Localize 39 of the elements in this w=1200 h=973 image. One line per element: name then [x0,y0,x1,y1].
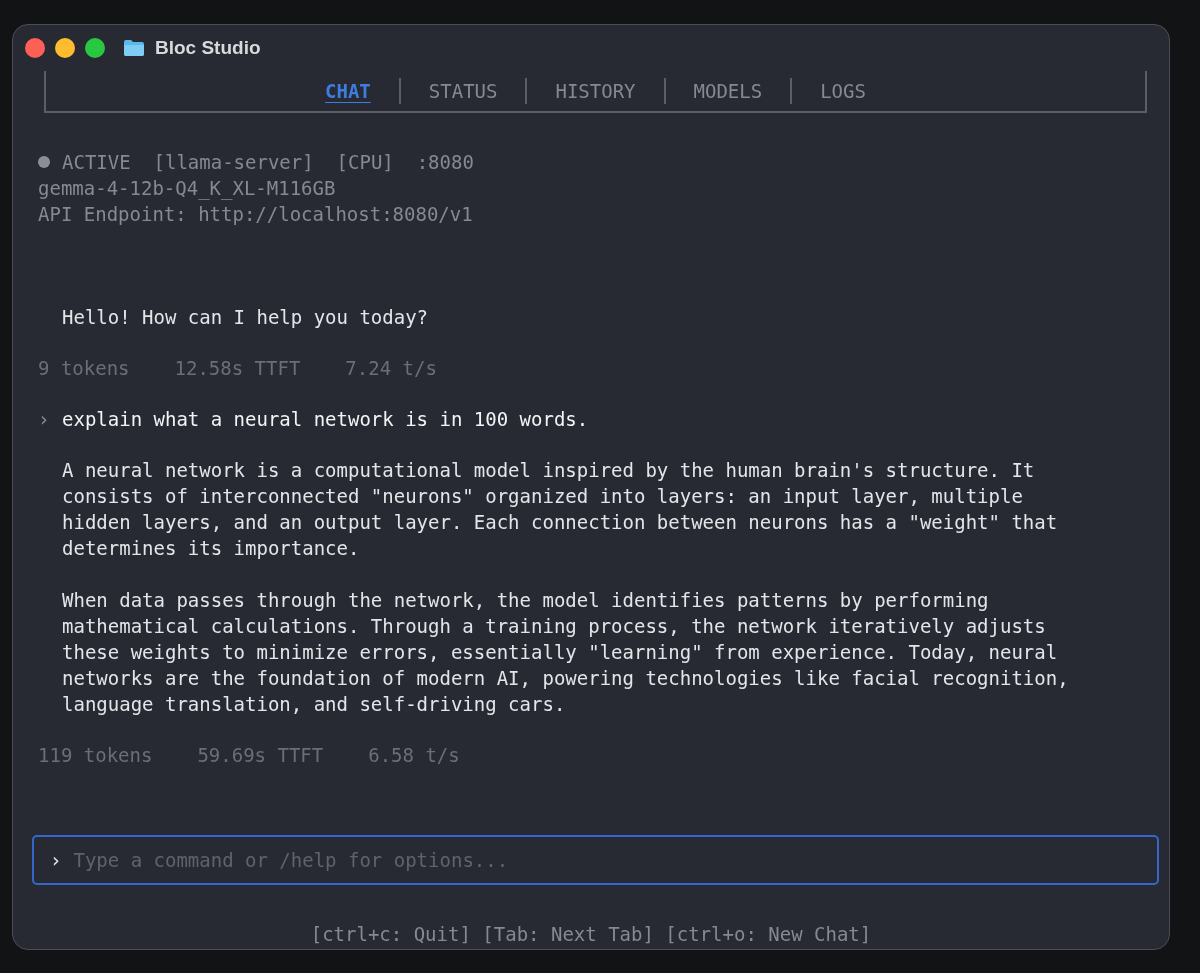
close-icon[interactable] [25,38,45,58]
token-stat: 12.58s TTFT [174,356,301,381]
model-name: gemma-4-12b-Q4_K_XL-M116GB [38,176,336,201]
response-line: A neural network is a computational model inspired by the human brain's structure. It [62,458,1036,483]
status-state: ACTIVE [62,150,131,175]
token-stat: 9 tokens [38,356,130,381]
response-line: When data passes through the network, the model identifies patterns by performing [62,588,990,613]
token-stat: 59.69s TTFT [197,743,324,768]
token-stat: 7.24 t/s [345,356,437,381]
prompt-marker: › [50,849,62,871]
tab[interactable]: LOGS [792,80,894,102]
response-line: determines its importance. [62,536,361,561]
response-line: these weights to minimize errors, essentially "learning" from experience. Today, neural [62,640,1059,665]
tab[interactable]: CHAT [297,80,399,102]
tab[interactable]: HISTORY [527,80,664,102]
window-title: Bloc Studio [155,37,261,59]
api-endpoint: API Endpoint: http://localhost:8080/v1 [38,202,473,227]
keyboard-shortcuts: [ctrl+c: Quit] [Tab: Next Tab] [ctrl+o: New Chat] [310,923,872,945]
port-label: :8080 [416,150,474,175]
tab[interactable]: STATUS [400,80,526,102]
status-dot [38,156,50,168]
token-stat: 6.58 t/s [368,743,460,768]
command-field[interactable]: › Type a command or /help for options... [32,835,1159,885]
minimize-icon[interactable] [55,38,75,58]
user-message: explain what a neural network is in 100 words. [62,407,589,432]
device-label: [CPU] [336,150,394,175]
backend-label: [llama-server] [153,150,314,175]
prompt-marker: › [38,407,51,432]
response-line: networks are the foundation of modern AI, powering technologies like facial recognition, [62,666,1070,691]
maximize-icon[interactable] [85,38,105,58]
response-line: consists of interconnected "neurons" organized into layers: an input layer, multiple [62,484,1024,509]
response-line: hidden layers, and an output layer. Each connection between neurons has a "weight" that [62,510,1059,535]
command-input[interactable]: Type a command or /help for options... [71,848,1141,872]
folder-icon [123,39,145,57]
response-line: mathematical calculations. Through a training process, the network iteratively adjusts [62,614,1047,639]
token-stat: 119 tokens [38,743,153,768]
response-line: Hello! How can I help you today? [62,305,430,330]
response-line: language translation, and self-driving cars. [62,692,567,717]
tab[interactable]: MODELS [665,80,791,102]
